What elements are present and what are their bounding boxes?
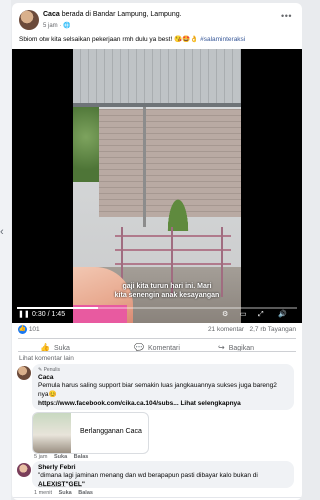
location-text[interactable]: berada di Bandar Lampung, Lampung.	[62, 11, 182, 18]
volume-icon[interactable]: 🔊	[278, 310, 287, 319]
caption-text: Sbiom otw kita selsaikan pekerjaan rmh d…	[19, 36, 199, 43]
author-badge: ✎ Penulis	[38, 367, 60, 373]
canopy-roof	[73, 49, 241, 107]
globe-icon: 🌐	[63, 23, 71, 29]
pause-icon[interactable]: ❚❚	[18, 310, 30, 319]
divider	[18, 351, 296, 352]
video-time: 0:30 / 1:45	[32, 311, 66, 318]
progress-bar[interactable]	[17, 307, 297, 309]
comment-reply-link[interactable]: Balas	[74, 454, 89, 460]
comment-like-link[interactable]: Suka	[59, 490, 72, 496]
support-pole	[143, 107, 146, 227]
author-line: Caca berada di Bandar Lampung, Lampung.	[43, 11, 182, 18]
subscribe-card[interactable]: Berlangganan Caca	[32, 412, 149, 454]
comment-text-line-2: A̲L̲E̲X̲I̲S̲T̲"G̲E̲L̲"	[38, 480, 85, 488]
subscribe-thumbnail	[33, 413, 71, 453]
comment-text: Pemula harus saling support biar semakin…	[38, 382, 292, 399]
theater-icon[interactable]: ▭	[240, 310, 247, 319]
subscribe-label: Berlangganan Caca	[80, 428, 142, 435]
comment-bubble: Sherly Febri "dimana lagi jaminan menang…	[32, 461, 294, 488]
comment-time[interactable]: 1 menit	[34, 490, 52, 496]
comment-count[interactable]: 21 komentar	[208, 326, 244, 333]
video-subtitles: gaji kita turun hari ini. Mari kita sene…	[92, 282, 242, 300]
subtitle-line-1: gaji kita turun hari ini. Mari	[122, 283, 212, 290]
left-sidebar-rail	[0, 0, 11, 500]
post-header: Caca berada di Bandar Lampung, Lampung. …	[12, 3, 302, 35]
post-caption: Sbiom otw kita selsaikan pekerjaan rmh d…	[19, 35, 297, 44]
commenter-avatar[interactable]	[17, 366, 31, 380]
subtitle-line-2: kita senengin anak kesayangan	[114, 292, 220, 299]
chevron-left-icon[interactable]: ‹	[0, 225, 8, 239]
commenter-name[interactable]: Sherly Febri	[38, 464, 76, 471]
view-more-comments-link[interactable]: Lihat komentar lain	[19, 355, 74, 362]
comment-bubble: ✎ Penulis Caca Pemula harus saling suppo…	[32, 364, 294, 410]
comment-meta: 1 menit Suka Balas	[34, 490, 93, 496]
post-stats: 👍 101 21 komentar 2,7 rb Tayangan	[18, 325, 296, 337]
tree-foliage	[73, 107, 99, 182]
post-card: Caca berada di Bandar Lampung, Lampung. …	[12, 3, 302, 500]
pen-icon: ✎	[38, 367, 43, 373]
hashtag-link[interactable]: #salaminteraksi	[200, 36, 245, 43]
author-badge-label: Penulis	[43, 367, 60, 373]
comment-time[interactable]: 5 jam	[34, 454, 47, 460]
potted-plant	[165, 191, 191, 231]
post-time[interactable]: 5 jam	[43, 23, 58, 29]
commenter-avatar[interactable]	[17, 463, 31, 477]
post-meta: 5 jam · 🌐	[43, 23, 71, 29]
author-avatar[interactable]	[19, 10, 39, 30]
comment-link[interactable]: https://www.facebook.com/cika.ca.104/sub…	[38, 400, 241, 409]
commenter-name[interactable]: Caca	[38, 374, 54, 381]
comment-like-link[interactable]: Suka	[54, 454, 67, 460]
comment-text-line-2: nya😊	[38, 390, 57, 398]
comment-text: "dimana lagi jaminan menang dan wd berap…	[38, 472, 292, 489]
more-options-icon[interactable]: •••	[281, 11, 292, 21]
reaction-count[interactable]: 101	[29, 326, 40, 333]
author-name[interactable]: Caca	[43, 11, 60, 18]
progress-fill	[17, 307, 99, 309]
stats-right: 21 komentar 2,7 rb Tayangan	[208, 326, 296, 333]
video-controls: ❚❚ 0:30 / 1:45 ⚙ ▭ ⤢ 🔊	[12, 307, 302, 323]
comment-reply-link[interactable]: Balas	[78, 490, 93, 496]
divider	[12, 497, 302, 498]
fullscreen-icon[interactable]: ⤢	[258, 310, 264, 319]
comment-text-line-1: "dimana lagi jaminan menang dan wd berap…	[38, 472, 258, 479]
comment-meta: 5 jam Suka Balas	[34, 454, 88, 460]
video-player[interactable]: gaji kita turun hari ini. Mari kita sene…	[12, 49, 302, 323]
settings-icon[interactable]: ⚙	[222, 310, 228, 319]
view-count: 2,7 rb Tayangan	[249, 326, 297, 333]
like-reaction-icon: 👍	[18, 325, 27, 334]
comment-text-line-1: Pemula harus saling support biar semakin…	[38, 382, 277, 389]
